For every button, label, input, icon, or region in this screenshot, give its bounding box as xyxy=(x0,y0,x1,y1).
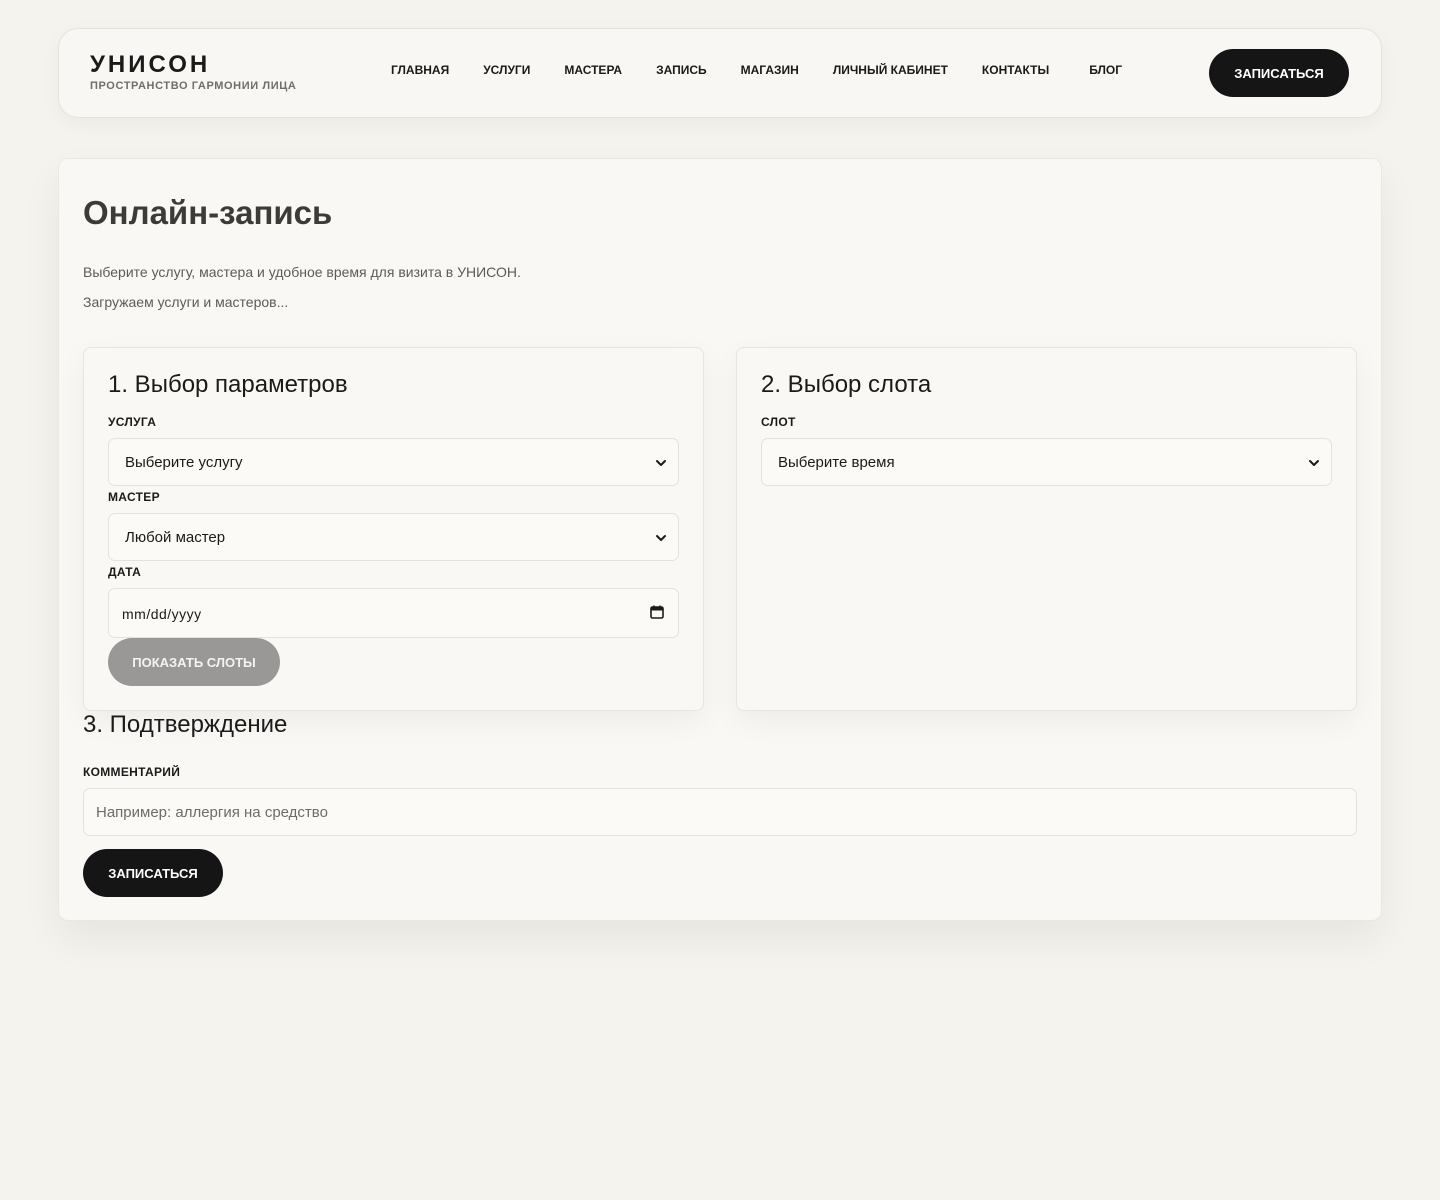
page-title: Онлайн-запись xyxy=(83,194,333,231)
date-label: ДАТА xyxy=(108,565,142,579)
confirm-title: 3. Подтверждение xyxy=(83,711,288,738)
nav-item-services[interactable]: УСЛУГИ xyxy=(483,63,530,77)
service-label: УСЛУГА xyxy=(108,415,157,429)
nav-item-masters[interactable]: МАСТЕРА xyxy=(564,63,622,77)
brand[interactable]: УНИСОН ПРОСТРАНСТВО ГАРМОНИИ ЛИЦА xyxy=(90,52,296,93)
nav-item-contacts[interactable]: КОНТАКТЫ xyxy=(982,63,1049,77)
page-subtitle: Выберите услугу, мастера и удобное время… xyxy=(83,264,521,280)
nav-item-shop[interactable]: МАГАЗИН xyxy=(741,63,799,77)
params-panel-title: 1. Выбор параметров xyxy=(108,371,348,398)
brand-name: УНИСОН xyxy=(90,51,211,78)
brand-tagline: ПРОСТРАНСТВО ГАРМОНИИ ЛИЦА xyxy=(90,80,297,92)
comment-input[interactable] xyxy=(83,788,1357,836)
master-select-value: Любой мастер xyxy=(125,529,226,546)
calendar-icon[interactable] xyxy=(650,605,664,619)
slot-select-value: Выберите время xyxy=(778,454,895,471)
show-slots-button[interactable]: ПОКАЗАТЬ СЛОТЫ xyxy=(108,638,280,686)
chevron-down-icon xyxy=(656,460,666,466)
nav-item-account[interactable]: ЛИЧНЫЙ КАБИНЕТ xyxy=(833,63,948,77)
master-label: МАСТЕР xyxy=(108,490,160,504)
loading-status: Загружаем услуги и мастеров... xyxy=(83,294,289,310)
slot-label: СЛОТ xyxy=(761,415,796,429)
params-panel: 1. Выбор параметров УСЛУГА Выберите услу… xyxy=(83,347,704,711)
service-select[interactable]: Выберите услугу xyxy=(108,438,679,486)
date-input-placeholder: mm/dd/yyyy xyxy=(122,606,202,622)
chevron-down-icon xyxy=(1309,460,1319,466)
comment-label: КОММЕНТАРИЙ xyxy=(83,765,181,779)
service-select-value: Выберите услугу xyxy=(125,454,243,471)
header-book-button[interactable]: ЗАПИСАТЬСЯ xyxy=(1209,49,1349,97)
slot-select[interactable]: Выберите время xyxy=(761,438,1332,486)
submit-booking-button[interactable]: ЗАПИСАТЬСЯ xyxy=(83,849,223,897)
date-input[interactable]: mm/dd/yyyy xyxy=(108,588,679,638)
slot-panel: 2. Выбор слота СЛОТ Выберите время xyxy=(736,347,1357,711)
booking-card: Онлайн-запись Выберите услугу, мастера и… xyxy=(58,158,1382,921)
slot-panel-title: 2. Выбор слота xyxy=(761,371,932,398)
chevron-down-icon xyxy=(656,535,666,541)
main-nav: ГЛАВНАЯ УСЛУГИ МАСТЕРА ЗАПИСЬ МАГАЗИН ЛИ… xyxy=(389,63,1122,77)
nav-item-home[interactable]: ГЛАВНАЯ xyxy=(391,63,449,77)
nav-item-booking[interactable]: ЗАПИСЬ xyxy=(656,63,707,77)
site-header: УНИСОН ПРОСТРАНСТВО ГАРМОНИИ ЛИЦА ГЛАВНА… xyxy=(58,28,1382,118)
nav-item-blog[interactable]: БЛОГ xyxy=(1089,63,1122,77)
master-select[interactable]: Любой мастер xyxy=(108,513,679,561)
